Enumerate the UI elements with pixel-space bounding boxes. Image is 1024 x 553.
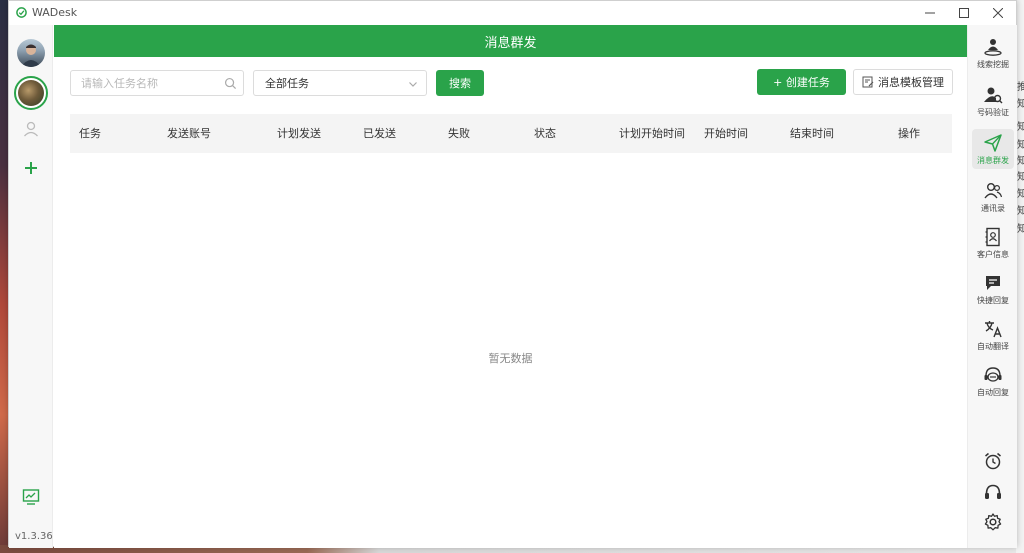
template-manage-label: 消息模板管理 (878, 76, 944, 89)
settings-button[interactable] (982, 511, 1004, 533)
contacts-icon (984, 182, 1003, 198)
nav-auto-reply[interactable]: 自动回复 (972, 361, 1014, 401)
nav-mass-message[interactable]: 消息群发 (972, 129, 1014, 169)
column-header: 结束时间 (790, 127, 834, 140)
maximize-button[interactable] (947, 1, 981, 25)
app-window: WADesk v1.3.36 消息群发 请输入任务名称 全部任务 搜索 + 创建… (8, 0, 1017, 548)
feature-sidebar: 线索挖掘 号码验证 消息群发 通讯录 客户信息 快捷回复 自动翻译 自动回复 (967, 25, 1017, 548)
nav-label: 客户信息 (977, 249, 1009, 259)
nav-contacts[interactable]: 通讯录 (972, 177, 1014, 217)
nav-label: 自动翻译 (977, 341, 1009, 351)
task-filter-value: 全部任务 (265, 77, 309, 90)
minimize-button[interactable] (913, 1, 947, 25)
create-task-button[interactable]: + 创建任务 (757, 69, 846, 95)
column-header: 计划开始时间 (619, 127, 685, 140)
nav-label: 号码验证 (977, 107, 1009, 117)
statistics-button[interactable] (21, 487, 41, 507)
nav-label: 线索挖掘 (977, 59, 1009, 69)
background-window-peek: 推 知 知 知 知 知 知 知 知 (1016, 0, 1024, 553)
peek-text: 知 (1017, 189, 1024, 200)
nav-number-verify[interactable]: 号码验证 (972, 81, 1014, 121)
user-search-icon (984, 87, 1003, 103)
column-header: 发送账号 (167, 127, 211, 140)
minimize-icon (925, 12, 935, 14)
nav-quick-reply[interactable]: 快捷回复 (972, 269, 1014, 309)
column-header: 开始时间 (704, 127, 748, 140)
account-rail: v1.3.36 (9, 25, 53, 548)
page-header: 消息群发 (54, 25, 967, 57)
search-icon (224, 77, 237, 90)
alarm-clock-icon (985, 452, 1001, 470)
maximize-icon (959, 8, 969, 18)
user-pin-icon (984, 38, 1002, 56)
close-button[interactable] (981, 1, 1015, 25)
peek-text: 知 (1017, 99, 1024, 110)
column-header: 计划发送 (277, 127, 321, 140)
task-table-header: 任务 发送账号 计划发送 已发送 失败 状态 计划开始时间 开始时间 结束时间 … (70, 114, 952, 153)
account-avatar[interactable] (17, 39, 45, 67)
app-version: v1.3.36 (15, 531, 53, 542)
search-button[interactable]: 搜索 (436, 70, 484, 96)
app-logo-icon (16, 7, 27, 18)
person-photo-icon (21, 44, 41, 67)
nav-label: 通讯录 (981, 203, 1005, 213)
headset-icon (985, 484, 1001, 499)
column-header: 已发送 (363, 127, 396, 140)
peek-text: 知 (1017, 140, 1024, 151)
title-bar: WADesk (9, 1, 1016, 25)
nav-label: 消息群发 (977, 155, 1009, 165)
main-panel: 消息群发 全部任务 搜索 + 创建任务 消息模板管理 (54, 25, 967, 548)
reminder-button[interactable] (982, 450, 1004, 472)
user-outline-icon (24, 121, 38, 137)
nav-label: 自动回复 (977, 387, 1009, 397)
peek-text: 知 (1017, 122, 1024, 133)
translate-icon (985, 320, 1002, 337)
add-account-button[interactable] (21, 158, 41, 178)
send-icon (984, 133, 1002, 152)
support-button[interactable] (982, 481, 1004, 503)
plus-icon (25, 162, 37, 174)
task-filter-select[interactable]: 全部任务 (253, 70, 427, 96)
close-icon (993, 8, 1003, 18)
page-title: 消息群发 (484, 35, 537, 51)
nav-lead-mining[interactable]: 线索挖掘 (972, 33, 1014, 73)
template-manage-button[interactable]: 消息模板管理 (853, 69, 953, 95)
add-account-placeholder[interactable] (21, 119, 41, 139)
quick-reply-icon (986, 275, 1000, 290)
peek-text: 知 (1017, 224, 1024, 235)
active-account-avatar[interactable] (14, 76, 48, 110)
empty-state-text: 暂无数据 (488, 352, 533, 365)
nav-auto-translate[interactable]: 自动翻译 (972, 315, 1014, 355)
customer-card-icon (985, 227, 1000, 246)
column-header: 操作 (898, 127, 920, 140)
account-photo (18, 80, 44, 106)
task-search-field[interactable] (70, 70, 244, 96)
nav-customer-info[interactable]: 客户信息 (972, 223, 1014, 263)
chevron-down-icon (409, 82, 417, 87)
peek-text: 知 (1017, 172, 1024, 183)
peek-text: 知 (1017, 206, 1024, 217)
column-header: 任务 (79, 127, 101, 140)
column-header: 状态 (534, 127, 556, 140)
peek-text: 推 (1017, 82, 1024, 93)
task-search-input[interactable] (71, 71, 211, 95)
column-header: 失败 (448, 127, 470, 140)
template-edit-icon (862, 76, 874, 88)
peek-text: 知 (1017, 156, 1024, 167)
auto-reply-icon (984, 366, 1002, 382)
window-title: WADesk (32, 6, 78, 19)
monitor-chart-icon (22, 489, 40, 505)
nav-label: 快捷回复 (977, 295, 1009, 305)
gear-icon (984, 513, 1002, 531)
